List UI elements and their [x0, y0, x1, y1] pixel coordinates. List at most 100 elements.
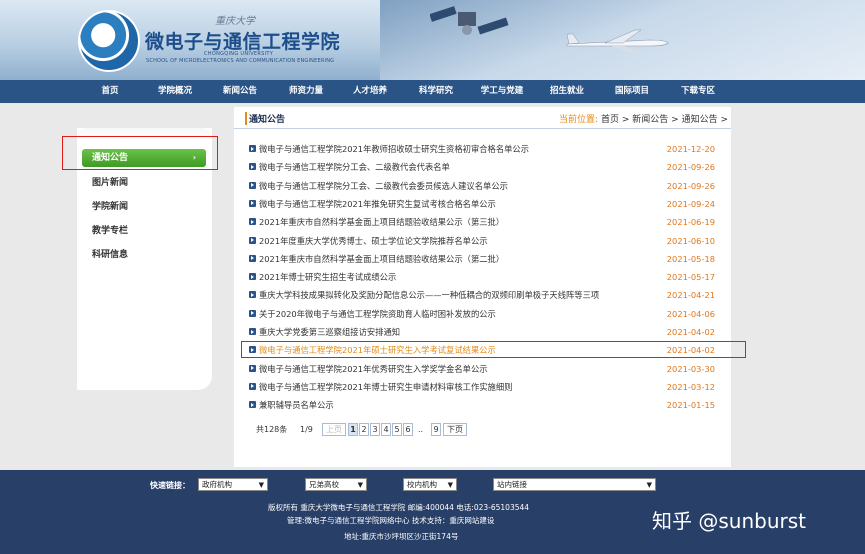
campus-units-select[interactable]: 校内机构 ▼	[403, 478, 457, 491]
pager-prev-button[interactable]: 上页	[322, 423, 346, 436]
bullet-arrow-icon	[249, 181, 256, 189]
airplane-icon	[566, 29, 669, 53]
chevron-down-icon: ▼	[646, 481, 652, 489]
list-item-title[interactable]: 2021年重庆市自然科学基金面上项目结题验收结果公示（第三批）	[259, 213, 504, 231]
nav-item-about[interactable]: 学院概况	[155, 80, 195, 103]
bullet-arrow-icon	[249, 145, 256, 152]
list-item-date: 2021-04-02	[666, 327, 715, 337]
bullet-arrow-icon	[249, 382, 256, 390]
list-item-date: 2021-03-12	[666, 381, 715, 392]
chevron-down-icon: ▼	[357, 481, 363, 489]
list-item[interactable]: 兼职辅导员名单公示 2021-01-15	[249, 396, 719, 414]
site-footer: 快速链接： 政府机构 ▼ 兄弟高校 ▼ 校内机构 ▼ 站内链接 ▼ 版权所有 重庆大学微…	[0, 470, 865, 554]
bullet-arrow-icon	[249, 236, 256, 244]
breadcrumb-news[interactable]: 新闻公告	[632, 115, 668, 125]
nav-item-student-party[interactable]: 学工与党建	[478, 80, 526, 103]
list-item-title[interactable]: 兼职辅导员名单公示	[259, 396, 334, 414]
nav-item-admission[interactable]: 招生就业	[547, 80, 587, 103]
pager-ellipsis: ..	[418, 425, 424, 434]
list-item-title[interactable]: 微电子与通信工程学院分工会、二级教代会委员候选人建议名单公示	[259, 177, 508, 195]
site-title[interactable]: 微电子与通信工程学院	[145, 27, 340, 54]
section-title: 通知公告	[245, 112, 285, 125]
pager-last-page-button[interactable]: 9	[431, 423, 441, 436]
nav-item-news[interactable]: 新闻公告	[220, 80, 260, 103]
nav-item-education[interactable]: 人才培养	[350, 80, 390, 103]
pager-page-button[interactable]: 3	[370, 423, 380, 436]
list-item-title[interactable]: 2021年重庆市自然科学基金面上项目结题验收结果公示（第二批）	[259, 250, 504, 268]
sidebar-item-teaching[interactable]: 教学专栏	[92, 223, 128, 236]
pager-page-button[interactable]: 2	[359, 423, 369, 436]
bullet-arrow-icon	[249, 273, 256, 281]
list-item-title[interactable]: 微电子与通信工程学院2021年教师招收硕士研究生资格初审合格名单公示	[259, 140, 529, 158]
list-item-title[interactable]: 重庆大学党委第三巡察组接访安排通知	[259, 323, 400, 341]
list-item[interactable]: 微电子与通信工程学院2021年博士研究生申请材料审核工作实施细则 2021-03-…	[249, 378, 719, 396]
university-script-name: 重庆大学	[215, 16, 255, 27]
pager-next-button[interactable]: 下页	[443, 423, 467, 436]
bullet-arrow-icon	[249, 254, 256, 262]
footer-copyright: 版权所有 重庆大学微电子与通信工程学院 邮编:400044 电话:023-651…	[268, 503, 530, 512]
select-value: 站内链接	[497, 480, 527, 489]
pager-page-button[interactable]: 6	[403, 423, 413, 436]
list-item-date: 2021-06-19	[666, 217, 715, 228]
list-item-date: 2021-09-26	[666, 180, 715, 191]
list-item[interactable]: 2021年重庆市自然科学基金面上项目结题验收结果公示（第三批） 2021-06-1…	[249, 213, 719, 231]
list-item-title[interactable]: 关于2020年微电子与通信工程学院资助育人临时困补发放的公示	[259, 305, 496, 323]
pager-page-button[interactable]: 5	[392, 423, 402, 436]
breadcrumb-separator: >	[671, 115, 679, 125]
list-item-date: 2021-03-30	[666, 363, 715, 374]
list-item[interactable]: 微电子与通信工程学院2021年教师招收硕士研究生资格初审合格名单公示 2021-1…	[249, 140, 719, 158]
university-english-name: CHONGQING UNIVERSITY	[204, 51, 274, 57]
breadcrumb-current[interactable]: 通知公告	[682, 115, 718, 125]
list-item-title[interactable]: 重庆大学科技成果拟转化及奖励分配信息公示——一种低耦合的双频印刷单极子天线阵等三…	[259, 286, 599, 304]
list-item[interactable]: 微电子与通信工程学院分工会、二级教代会委员候选人建议名单公示 2021-09-26	[249, 177, 719, 195]
list-item[interactable]: 重庆大学党委第三巡察组接访安排通知 2021-04-02	[249, 323, 719, 341]
sidebar-item-photo-news[interactable]: 图片新闻	[92, 175, 128, 188]
list-item[interactable]: 关于2020年微电子与通信工程学院资助育人临时困补发放的公示 2021-04-06	[249, 305, 719, 323]
select-value: 校内机构	[407, 480, 437, 489]
pager-total: 共128条	[256, 425, 288, 434]
list-item-title[interactable]: 2021年度重庆大学优秀博士、硕士学位论文学院推荐名单公示	[259, 232, 488, 250]
list-item-date: 2021-01-15	[666, 400, 715, 411]
bullet-arrow-icon	[249, 291, 256, 299]
nav-item-download[interactable]: 下载专区	[678, 80, 718, 103]
footer-address: 地址:重庆市沙坪坝区沙正街174号	[344, 532, 459, 541]
nav-item-home[interactable]: 首页	[96, 80, 124, 103]
list-item-title[interactable]: 微电子与通信工程学院分工会、二级教代会代表名单	[259, 158, 450, 176]
main-content: 通知公告 当前位置: 首页 > 新闻公告 > 通知公告 > 微电子与通信工程学院…	[234, 107, 731, 467]
bullet-arrow-icon	[249, 163, 256, 171]
college-english-name: SCHOOL OF MICROELECTRONICS AND COMMUNICA…	[146, 58, 335, 64]
pager-page-button[interactable]: 4	[381, 423, 391, 436]
list-item-title[interactable]: 微电子与通信工程学院2021年博士研究生申请材料审核工作实施细则	[259, 378, 512, 396]
bullet-arrow-icon	[249, 309, 256, 317]
pager-page-of: 1/9	[300, 425, 313, 434]
university-logo[interactable]	[78, 10, 140, 72]
list-item-title[interactable]: 微电子与通信工程学院2021年优秀研究生入学奖学金名单公示	[259, 360, 488, 378]
breadcrumb-home[interactable]: 首页	[601, 115, 619, 125]
list-item[interactable]: 微电子与通信工程学院分工会、二级教代会代表名单 2021-09-26	[249, 158, 719, 176]
gov-links-select[interactable]: 政府机构 ▼	[198, 478, 268, 491]
breadcrumb: 当前位置: 首页 > 新闻公告 > 通知公告 >	[559, 112, 728, 125]
list-item[interactable]: 2021年度重庆大学优秀博士、硕士学位论文学院推荐名单公示 2021-06-10	[249, 232, 719, 250]
list-item[interactable]: 重庆大学科技成果拟转化及奖励分配信息公示——一种低耦合的双频印刷单极子天线阵等三…	[249, 286, 719, 304]
list-item[interactable]: 微电子与通信工程学院2021年优秀研究生入学奖学金名单公示 2021-03-30	[249, 360, 719, 378]
list-item[interactable]: 2021年博士研究生招生考试成绩公示 2021-05-17	[249, 268, 719, 286]
breadcrumb-label: 当前位置:	[559, 115, 599, 125]
nav-item-research[interactable]: 科学研究	[416, 80, 456, 103]
site-links-select[interactable]: 站内链接 ▼	[493, 478, 656, 491]
satellite-icon	[430, 6, 509, 35]
list-item[interactable]: 微电子与通信工程学院2021年推免研究生复试考核合格名单公示 2021-09-24	[249, 195, 719, 213]
list-item[interactable]: 2021年重庆市自然科学基金面上项目结题验收结果公示（第二批） 2021-05-1…	[249, 250, 719, 268]
nav-item-faculty[interactable]: 师资力量	[286, 80, 326, 103]
pager-page-button[interactable]: 1	[348, 423, 358, 436]
nav-item-international[interactable]: 国际项目	[612, 80, 652, 103]
sidebar-item-college-news[interactable]: 学院新闻	[92, 199, 128, 212]
bullet-arrow-icon	[249, 328, 256, 335]
breadcrumb-separator: >	[621, 115, 630, 125]
list-item-title[interactable]: 2021年博士研究生招生考试成绩公示	[259, 268, 396, 286]
zhihu-watermark: 知乎 @sunburst	[652, 509, 806, 533]
sister-university-select[interactable]: 兄弟高校 ▼	[305, 478, 367, 491]
sidebar-item-research-info[interactable]: 科研信息	[92, 247, 128, 260]
list-item-title[interactable]: 微电子与通信工程学院2021年推免研究生复试考核合格名单公示	[259, 195, 496, 213]
chevron-down-icon: ▼	[447, 481, 453, 489]
site-header: 重庆大学 微电子与通信工程学院 CHONGQING UNIVERSITY SCH…	[0, 0, 865, 80]
